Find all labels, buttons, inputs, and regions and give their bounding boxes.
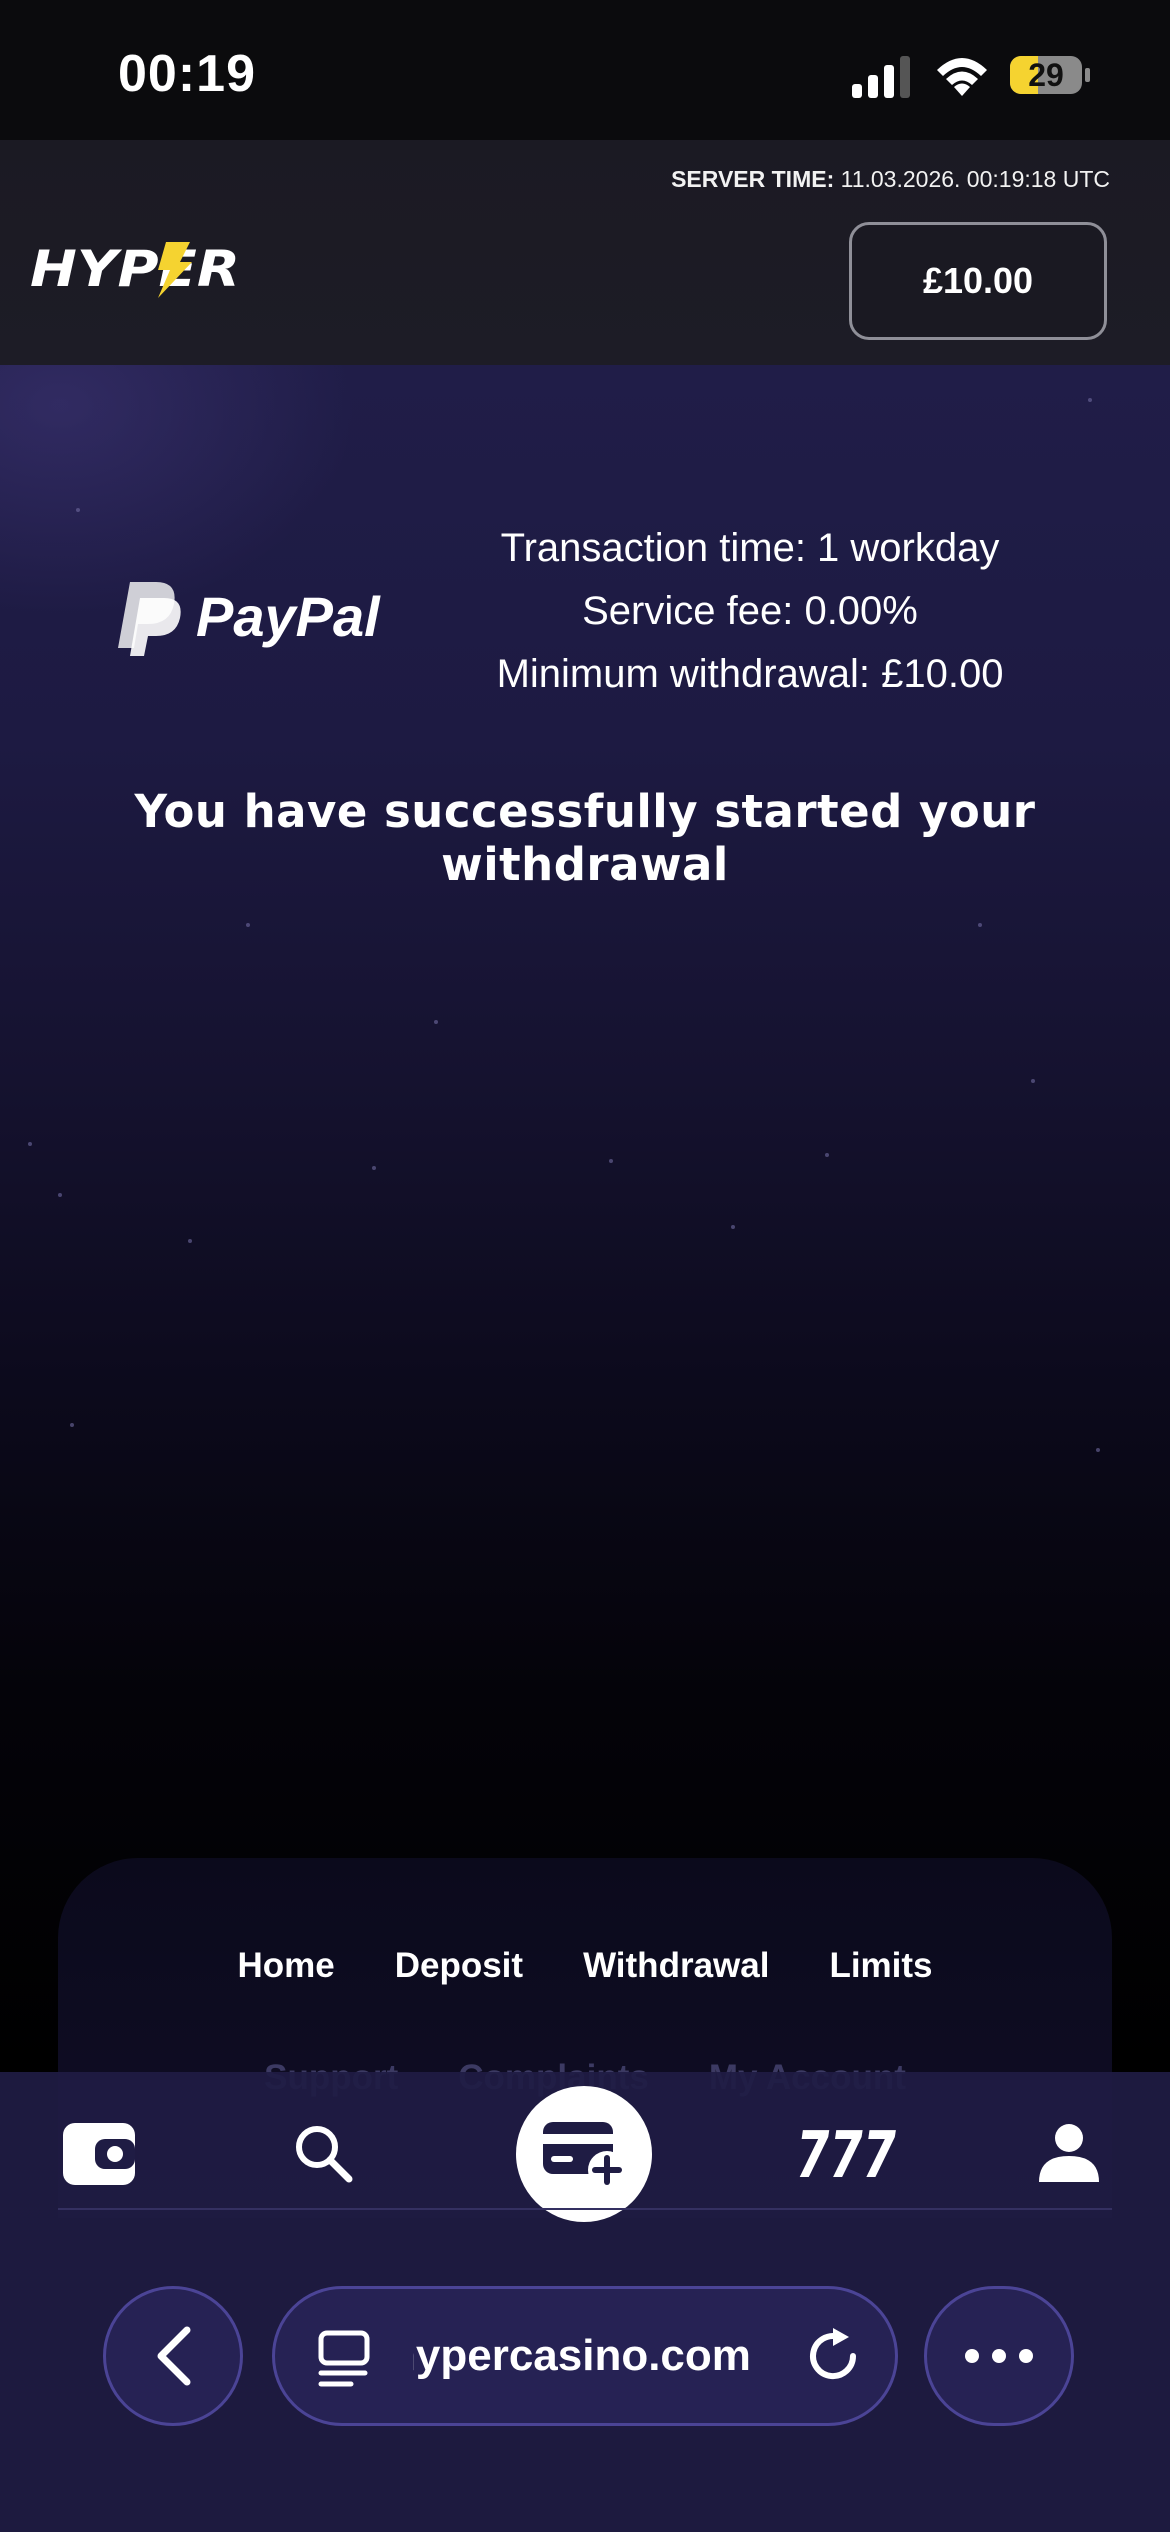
service-fee: Service fee: 0.00% <box>582 589 918 633</box>
svg-text:HYPER: HYPER <box>30 240 240 298</box>
browser-more-button[interactable] <box>924 2286 1074 2426</box>
slots-tab[interactable]: 777 <box>796 2108 896 2198</box>
server-time-label: SERVER TIME: <box>671 166 835 192</box>
search-tab[interactable] <box>278 2108 368 2198</box>
footer-link-home[interactable]: Home <box>237 1946 334 1986</box>
wallet-icon <box>63 2123 135 2185</box>
reload-icon[interactable] <box>803 2326 865 2388</box>
status-time: 00:19 <box>118 45 256 103</box>
footer-link-withdrawal[interactable]: Withdrawal <box>583 1946 769 1986</box>
status-bar: 00:19 29 <box>0 0 1170 140</box>
deposit-card-icon <box>543 2122 626 2189</box>
wallet-tab[interactable] <box>54 2108 144 2198</box>
browser-back-button[interactable] <box>103 2286 243 2426</box>
paypal-wordmark: PayPal <box>196 585 381 648</box>
page-menu-icon[interactable] <box>315 2329 375 2389</box>
profile-icon <box>1039 2124 1099 2182</box>
svg-text:777: 777 <box>796 2123 896 2183</box>
battery-level: 29 <box>1028 57 1064 93</box>
back-icon <box>157 2326 191 2386</box>
tab-divider <box>58 2208 1112 2210</box>
minimum-withdrawal: Minimum withdrawal: £10.00 <box>496 652 1004 696</box>
paypal-logo: PayPal <box>118 582 381 656</box>
signal-icon <box>852 56 910 98</box>
more-icon <box>965 2349 1033 2363</box>
url-text: hypercasino.com <box>413 2331 751 2380</box>
footer-nav: Home Deposit Withdrawal Limits <box>58 1946 1112 1986</box>
server-time: SERVER TIME: 11.03.2026. 00:19:18 UTC <box>671 166 1110 193</box>
slots-777-icon: 777 <box>796 2123 896 2183</box>
profile-tab[interactable] <box>1024 2108 1114 2198</box>
deposit-fab-button[interactable] <box>516 2086 652 2222</box>
site-header: SERVER TIME: 11.03.2026. 00:19:18 UTC HY… <box>0 140 1170 365</box>
footer-link-deposit[interactable]: Deposit <box>395 1946 523 1986</box>
hyper-logo[interactable]: HYPER <box>30 236 242 300</box>
balance-button[interactable]: £10.00 <box>849 222 1107 340</box>
withdrawal-content: PayPal Transaction time: 1 workday Servi… <box>0 365 1170 2070</box>
payment-details: Transaction time: 1 workday Service fee:… <box>450 517 1050 706</box>
wifi-icon <box>937 58 987 96</box>
transaction-time: Transaction time: 1 workday <box>500 526 1000 570</box>
success-message: You have successfully started your withd… <box>134 785 1036 891</box>
browser-url-bar[interactable]: hypercasino.com <box>272 2286 898 2426</box>
footer-link-limits[interactable]: Limits <box>829 1946 932 1986</box>
server-time-value: 11.03.2026. 00:19:18 UTC <box>840 166 1110 192</box>
search-icon <box>296 2126 353 2183</box>
